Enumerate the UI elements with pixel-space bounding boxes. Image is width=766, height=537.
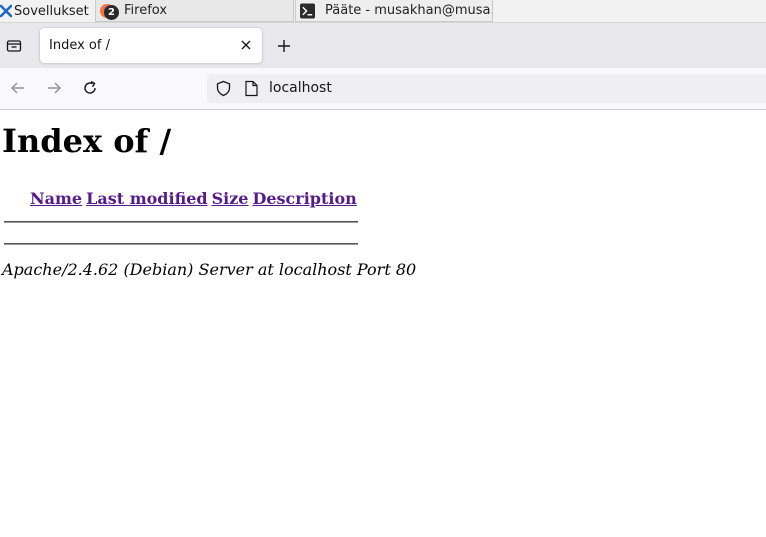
- size-column-header: Size: [211, 188, 250, 209]
- close-icon: [241, 40, 251, 50]
- tab-index-of[interactable]: Index of /: [40, 28, 262, 63]
- tracking-protection-shield-icon[interactable]: [215, 80, 232, 97]
- firefox-view-icon: [6, 40, 22, 52]
- separator-row: [4, 225, 358, 245]
- arrow-left-icon: [11, 82, 24, 94]
- description-column-header: Description: [251, 188, 357, 209]
- desktop-taskbar: Sovellukset ⋮ 2 Firefox Pääte - musakhan…: [0, 0, 766, 23]
- plus-icon: [278, 40, 290, 52]
- name-column-header: Name: [29, 188, 83, 209]
- icon-column-header: [4, 188, 27, 209]
- arrow-right-icon: [48, 82, 61, 94]
- navigation-toolbar: localhost: [0, 68, 766, 110]
- taskbar-item-terminal[interactable]: Pääte - musakhan@musa...: [295, 0, 493, 22]
- new-tab-button[interactable]: [273, 35, 295, 57]
- address-bar[interactable]: localhost: [207, 74, 766, 103]
- directory-listing-table: Name Last modified Size Description: [2, 186, 360, 247]
- back-button[interactable]: [8, 78, 28, 98]
- last-modified-column-header: Last modified: [85, 188, 208, 209]
- horizontal-rule: [4, 221, 358, 223]
- window-count-badge: 2: [104, 4, 119, 20]
- xfce-logo-icon: [0, 0, 12, 22]
- sort-by-size-link[interactable]: Size: [212, 189, 249, 208]
- sort-by-last-modified-link[interactable]: Last modified: [86, 189, 207, 208]
- url-text: localhost: [269, 80, 332, 96]
- table-header-row: Name Last modified Size Description: [4, 188, 358, 209]
- terminal-icon: [300, 2, 316, 19]
- page-info-icon[interactable]: [244, 80, 259, 97]
- taskbar-item-label: Pääte - musakhan@musa...: [325, 3, 492, 18]
- sort-by-name-link[interactable]: Name: [30, 189, 82, 208]
- taskbar-item-firefox[interactable]: 2 Firefox: [95, 0, 294, 22]
- separator-row: [4, 211, 358, 223]
- tab-title: Index of /: [49, 38, 110, 53]
- server-signature: Apache/2.4.62 (Debian) Server at localho…: [2, 260, 417, 279]
- forward-button[interactable]: [44, 78, 64, 98]
- firefox-icon: 2: [96, 0, 119, 22]
- tab-strip: Index of /: [0, 23, 766, 68]
- firefox-view-button[interactable]: [3, 35, 25, 57]
- horizontal-rule: [4, 243, 358, 245]
- close-tab-button[interactable]: [238, 37, 254, 53]
- reload-icon: [84, 80, 96, 94]
- taskbar-item-label: Firefox: [124, 3, 168, 18]
- applications-menu-button[interactable]: Sovellukset ⋮: [0, 0, 102, 22]
- page-title: Index of /: [2, 122, 172, 160]
- page-content: Index of / Name Last modified Size Descr…: [0, 110, 766, 537]
- applications-menu-label: Sovellukset: [14, 3, 89, 19]
- reload-button[interactable]: [80, 78, 100, 98]
- sort-by-description-link[interactable]: Description: [252, 189, 356, 208]
